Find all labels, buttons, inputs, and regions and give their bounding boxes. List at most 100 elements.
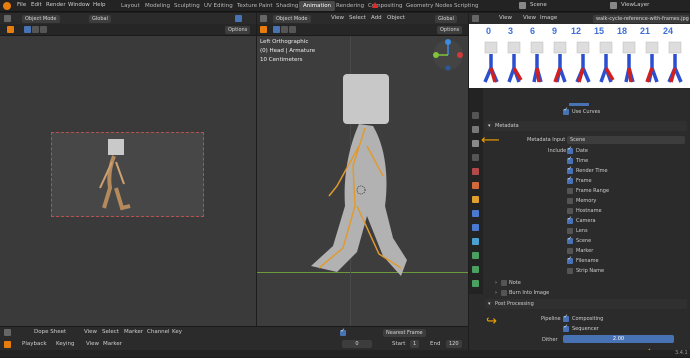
menu-edit[interactable]: Edit: [31, 2, 42, 8]
tab-rendering[interactable]: Rendering: [332, 1, 368, 11]
menu-view[interactable]: View: [84, 329, 97, 335]
editor-mode-label[interactable]: Dope Sheet: [34, 329, 66, 335]
strip-name-checkbox[interactable]: [567, 268, 573, 274]
menu-marker[interactable]: Marker: [124, 329, 143, 335]
dither-slider[interactable]: 2.00: [563, 335, 674, 343]
memory-checkbox[interactable]: [567, 198, 573, 204]
menu-image[interactable]: Image: [540, 15, 557, 21]
select-mode-1-icon[interactable]: [24, 26, 31, 33]
editor-type-icon[interactable]: [472, 15, 479, 22]
camera-viewport[interactable]: [0, 36, 256, 326]
editor-type-icon[interactable]: [260, 15, 267, 22]
post-processing-panel-header[interactable]: ▾ Post Processing: [485, 299, 687, 309]
marker-checkbox[interactable]: [567, 248, 573, 254]
view-layer-tab-icon[interactable]: [472, 154, 479, 161]
menu-render[interactable]: Render: [46, 2, 66, 8]
camera-checkbox[interactable]: [567, 216, 573, 224]
tab-animation[interactable]: Animation: [299, 1, 336, 11]
transform-orientation-dropdown[interactable]: Global: [89, 15, 111, 23]
metadata-input-dropdown[interactable]: Scene: [567, 136, 685, 144]
tool-tab-icon[interactable]: [472, 112, 479, 119]
select-tool-icon[interactable]: [7, 26, 14, 33]
options-dropdown[interactable]: Options: [437, 26, 463, 34]
orthographic-viewport[interactable]: Left Orthographic (0) Head | Armature 10…: [257, 36, 468, 326]
tab-sculpting[interactable]: Sculpting: [170, 1, 204, 11]
scene-tab-icon[interactable]: [472, 168, 479, 175]
burn-checkbox[interactable]: [501, 290, 507, 296]
timeline-icon[interactable]: [4, 341, 11, 348]
menu-window[interactable]: Window: [68, 2, 90, 8]
select-mode-1-icon[interactable]: [273, 26, 280, 33]
select-mode-2-icon[interactable]: [281, 26, 288, 33]
mode-dropdown[interactable]: Object Mode: [22, 15, 60, 23]
note-subpanel[interactable]: › Note: [485, 278, 687, 288]
snap-dropdown[interactable]: Nearest Frame: [383, 329, 426, 337]
end-frame-field[interactable]: 120: [446, 340, 462, 348]
burn-subpanel[interactable]: › Burn Into Image: [485, 288, 687, 298]
gizmo-toggle-icon[interactable]: [235, 15, 242, 22]
blender-logo-icon[interactable]: [3, 2, 11, 10]
only-selected-toggle[interactable]: [340, 328, 346, 336]
marker-menu[interactable]: Marker: [103, 341, 122, 347]
tab-geometry-nodes[interactable]: Geometry Nodes: [402, 1, 456, 11]
start-frame-field[interactable]: 1: [410, 340, 420, 348]
scene-name[interactable]: Scene: [530, 2, 547, 8]
tab-compositing[interactable]: Compositing: [364, 1, 406, 11]
tab-layout[interactable]: Layout: [117, 1, 144, 11]
bone-tab-icon[interactable]: [472, 280, 479, 287]
constraints-tab-icon[interactable]: [472, 252, 479, 259]
menu-view[interactable]: View: [331, 15, 344, 21]
menu-select[interactable]: Select: [349, 15, 366, 21]
use-curves-checkbox[interactable]: [563, 107, 569, 115]
filename-checkbox[interactable]: [567, 256, 573, 264]
render-time-checkbox[interactable]: [567, 166, 573, 174]
view-layer-name[interactable]: ViewLayer: [621, 2, 649, 8]
particles-tab-icon[interactable]: [472, 224, 479, 231]
date-checkbox[interactable]: [567, 146, 573, 154]
time-checkbox[interactable]: [567, 156, 573, 164]
mode-dropdown[interactable]: Object Mode: [273, 15, 311, 23]
data-tab-icon[interactable]: [472, 266, 479, 273]
view-menu[interactable]: View: [86, 341, 99, 347]
world-tab-icon[interactable]: [472, 182, 479, 189]
select-mode-3-icon[interactable]: [289, 26, 296, 33]
hostname-checkbox[interactable]: [567, 208, 573, 214]
menu-help[interactable]: Help: [93, 2, 106, 8]
tab-scripting[interactable]: Scripting: [450, 1, 482, 11]
keying-menu[interactable]: Keying: [56, 341, 74, 347]
modifiers-tab-icon[interactable]: [472, 210, 479, 217]
scroll-indicator[interactable]: [569, 103, 589, 106]
tab-texture-paint[interactable]: Texture Paint: [233, 1, 277, 11]
navigation-gizmo[interactable]: [431, 38, 465, 72]
menu-select[interactable]: Select: [102, 329, 119, 335]
editor-type-icon[interactable]: [4, 15, 11, 22]
physics-tab-icon[interactable]: [472, 238, 479, 245]
menu-view-2[interactable]: View: [523, 15, 536, 21]
menu-channel[interactable]: Channel: [147, 329, 170, 335]
image-file-dropdown[interactable]: walk-cycle-reference-with-frames.jpg: [593, 15, 689, 23]
sequencer-checkbox[interactable]: [563, 324, 569, 332]
tab-uv-editing[interactable]: UV Editing: [200, 1, 237, 11]
compositing-checkbox[interactable]: [563, 314, 569, 322]
editor-type-icon[interactable]: [4, 329, 11, 336]
lens-checkbox[interactable]: [567, 228, 573, 234]
menu-view[interactable]: View: [499, 15, 512, 21]
select-mode-3-icon[interactable]: [40, 26, 47, 33]
playback-menu[interactable]: Playback: [22, 341, 47, 347]
object-tab-icon[interactable]: [472, 196, 479, 203]
current-frame-field[interactable]: 0: [342, 340, 372, 348]
note-checkbox[interactable]: [501, 280, 507, 286]
select-mode-2-icon[interactable]: [32, 26, 39, 33]
tab-shading[interactable]: Shading: [272, 1, 302, 11]
render-tab-icon[interactable]: [472, 126, 479, 133]
menu-key[interactable]: Key: [172, 329, 182, 335]
scene-checkbox[interactable]: [567, 236, 573, 244]
menu-file[interactable]: File: [17, 2, 26, 8]
frame-checkbox[interactable]: [567, 176, 573, 184]
menu-object[interactable]: Object: [387, 15, 405, 21]
select-tool-icon[interactable]: [260, 26, 267, 33]
metadata-panel-header[interactable]: ▾ Metadata: [485, 121, 687, 131]
menu-add[interactable]: Add: [371, 15, 382, 21]
output-tab-icon[interactable]: [472, 140, 479, 147]
options-dropdown[interactable]: Options: [225, 26, 251, 34]
